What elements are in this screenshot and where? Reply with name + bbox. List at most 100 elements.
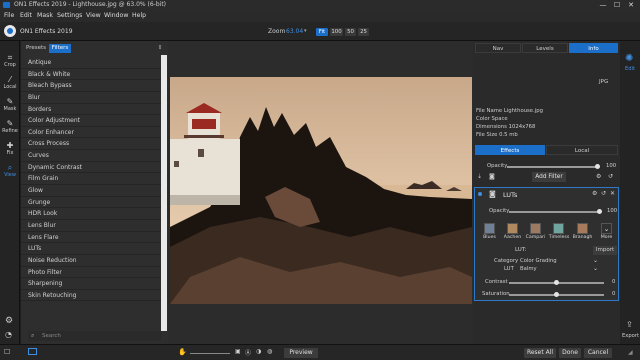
layer-visibility-icon[interactable]: ⇣ (477, 173, 482, 180)
tab-info[interactable]: Info (569, 43, 618, 53)
export-icon[interactable]: ⇪ (626, 320, 633, 329)
filter-item[interactable]: Color Adjustment (21, 115, 161, 127)
filter-eye-icon[interactable]: ◙ (489, 190, 496, 198)
filter-item[interactable]: Blur (21, 92, 161, 104)
menu-mask[interactable]: Mask (37, 12, 53, 19)
panel-toggle-icon[interactable]: ☐ (4, 348, 10, 356)
opacity-value[interactable]: 100 (606, 163, 616, 169)
lut-swatch-branagh[interactable] (577, 223, 588, 234)
add-filter-button[interactable]: Add Filter (532, 172, 566, 182)
menu-settings[interactable]: Settings (57, 12, 82, 19)
category-chevron-down-icon[interactable]: ⌄ (593, 257, 598, 264)
zoom-100-button[interactable]: 100 (330, 28, 343, 36)
settings-gear-icon[interactable]: ⚙ (5, 316, 13, 326)
zoom-value[interactable]: 63.04 (286, 28, 303, 35)
edit-module-label[interactable]: Edit (625, 66, 635, 72)
filter-item[interactable]: Bleach Bypass (21, 80, 161, 92)
lut-opacity-slider-knob[interactable] (596, 209, 602, 214)
zoom-slider[interactable] (190, 353, 230, 354)
resize-grip-icon[interactable]: ◢ (628, 349, 633, 356)
category-dropdown[interactable]: Color Grading (520, 258, 557, 264)
filter-item[interactable]: Cross Process (21, 138, 161, 151)
tool-refine[interactable]: ✎ Refine (0, 119, 20, 134)
tab-levels[interactable]: Levels (522, 43, 568, 53)
tab-nav[interactable]: Nav (475, 43, 521, 53)
zoom-25-button[interactable]: 25 (358, 28, 369, 36)
edit-module-icon[interactable]: ✺ (625, 53, 633, 64)
filter-item[interactable]: Dynamic Contrast (21, 162, 161, 174)
lighthouse-photo[interactable] (170, 77, 472, 304)
lut-chevron-down-icon[interactable]: ⌄ (593, 265, 598, 272)
minimize-button[interactable]: — (596, 0, 610, 10)
filter-item[interactable]: Skin Retouching (21, 290, 161, 302)
filter-item[interactable]: LUTs (21, 243, 161, 255)
filter-item[interactable]: Sharpening (21, 278, 161, 290)
filter-reset-icon[interactable]: ↺ (601, 190, 606, 197)
filter-item[interactable]: Color Enhancer (21, 127, 161, 139)
filter-close-icon[interactable]: ✕ (610, 190, 615, 197)
filter-enabled-dot-icon[interactable] (478, 192, 482, 196)
close-button[interactable]: ✕ (624, 0, 638, 10)
lut-swatch-timeless[interactable] (553, 223, 564, 234)
account-icon[interactable]: ◔ (5, 330, 12, 339)
filter-list-scrollbar[interactable] (161, 55, 167, 331)
filter-item[interactable]: Grunge (21, 197, 161, 209)
tool-view[interactable]: ⌕ View (0, 163, 20, 178)
compare-icon[interactable]: ▣ (235, 348, 241, 355)
menu-file[interactable]: File (4, 12, 14, 19)
reset-icon[interactable]: ↺ (608, 173, 613, 180)
tab-local[interactable]: Local (546, 145, 618, 155)
contrast-value[interactable]: 0 (612, 279, 615, 285)
menu-help[interactable]: Help (132, 12, 146, 19)
mask-view-icon[interactable]: ◑ (256, 348, 261, 355)
lut-opacity-value[interactable]: 100 (607, 208, 617, 214)
saturation-slider-knob[interactable] (554, 292, 559, 297)
lut-more-button[interactable]: ⌄ (601, 223, 612, 234)
lut-dropdown[interactable]: Balmy (520, 266, 537, 272)
menu-edit[interactable]: Edit (20, 12, 32, 19)
opacity-slider[interactable] (507, 166, 597, 168)
maximize-button[interactable]: ☐ (610, 0, 624, 10)
filter-item[interactable]: Photo Filter (21, 267, 161, 279)
menu-window[interactable]: Window (104, 12, 128, 19)
zoom-dropdown-icon[interactable]: ▾ (304, 28, 307, 34)
panel-options-icon[interactable]: ⇕ (155, 44, 165, 53)
import-button[interactable]: Import (593, 246, 617, 255)
tab-presets[interactable]: Presets (25, 44, 47, 53)
done-button[interactable]: Done (559, 348, 581, 358)
filter-item[interactable]: Film Grain (21, 173, 161, 186)
filter-item[interactable]: Black & White (21, 69, 161, 81)
export-label[interactable]: Export (622, 333, 639, 339)
reset-all-button[interactable]: Reset All (524, 348, 556, 358)
filter-search-field[interactable]: ⌕ Search (28, 331, 161, 341)
filter-item[interactable]: Lens Blur (21, 220, 161, 232)
filter-item[interactable]: Antique (21, 57, 161, 69)
lut-opacity-slider[interactable] (509, 211, 599, 213)
contrast-slider-knob[interactable] (554, 280, 559, 285)
filter-item[interactable]: Curves (21, 150, 161, 162)
lut-swatch-aachen[interactable] (507, 223, 518, 234)
lut-swatch-campari[interactable] (530, 223, 541, 234)
tool-mask[interactable]: ✎ Mask (0, 97, 20, 112)
opacity-slider-knob[interactable] (594, 164, 600, 169)
tool-fix[interactable]: ✚ Fix (0, 141, 20, 156)
auto-icon[interactable]: Ⓐ (245, 348, 251, 357)
filter-item[interactable]: Lens Flare (21, 232, 161, 244)
filter-settings-icon[interactable]: ⚙ (592, 190, 597, 197)
filter-item[interactable]: Glow (21, 185, 161, 197)
hand-tool-icon[interactable]: ✋ (178, 348, 187, 356)
filter-item[interactable]: HDR Look (21, 208, 161, 220)
split-view-icon[interactable] (28, 348, 37, 355)
tab-filters[interactable]: Filters (49, 44, 71, 53)
tab-effects[interactable]: Effects (475, 145, 545, 155)
zoom-50-button[interactable]: 50 (345, 28, 356, 36)
color-picker-icon[interactable]: ◍ (267, 348, 272, 355)
saturation-value[interactable]: 0 (612, 291, 615, 297)
tool-local[interactable]: ⁄ Local (0, 75, 20, 90)
menu-view[interactable]: View (86, 12, 101, 19)
filter-item[interactable]: Borders (21, 104, 161, 116)
preview-button[interactable]: Preview (284, 348, 318, 358)
settings-gear-icon[interactable]: ⚙ (596, 173, 601, 180)
mask-icon[interactable]: ◙ (489, 173, 495, 180)
zoom-fit-button[interactable]: Fit (316, 28, 328, 36)
